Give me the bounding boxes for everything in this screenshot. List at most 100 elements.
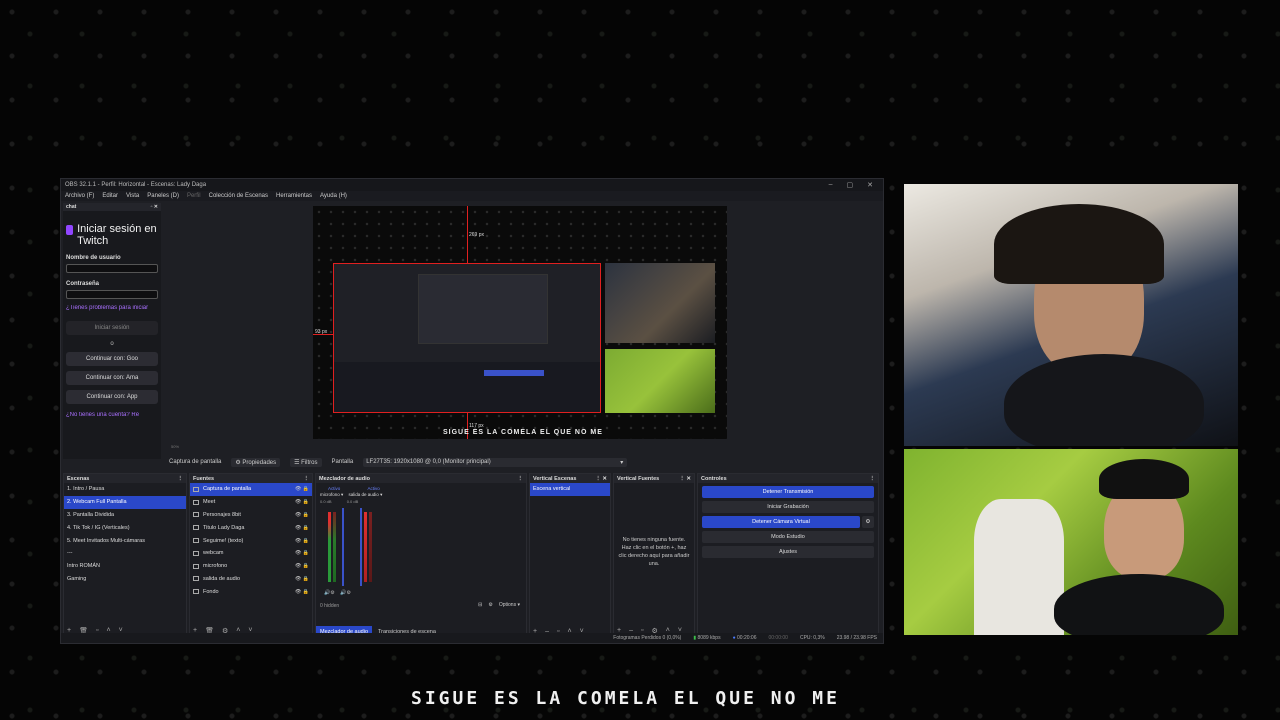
stop-stream-button[interactable]: Detener Transmisión xyxy=(702,486,874,498)
virtual-cam-gear-icon[interactable]: ⚙ xyxy=(862,516,874,528)
vertical-sources-dock: Vertical Fuentes ⋮ ✕ No tienes ninguna fu… xyxy=(613,473,695,639)
visibility-lock-icons[interactable]: 👁 🔒 xyxy=(295,538,309,544)
vertical-scene-item[interactable]: Escena vertical xyxy=(530,483,610,496)
mixer-gear-icon[interactable]: ⚙ xyxy=(488,602,492,608)
scene-item[interactable]: --- xyxy=(64,547,186,560)
scene-item[interactable]: Gaming xyxy=(64,573,186,586)
mixer-channel-2-db: 0.0 dB xyxy=(346,499,359,504)
visibility-lock-icons[interactable]: 👁 🔒 xyxy=(295,576,309,582)
options-button[interactable]: Options ▾ xyxy=(499,602,520,608)
record-time: 00:00:00 xyxy=(768,635,788,641)
menu-herramientas[interactable]: Herramientas xyxy=(276,193,312,199)
minimize-button[interactable]: – xyxy=(829,181,833,189)
source-item-label: Meet xyxy=(203,499,216,506)
dock-menu-icon[interactable]: ⋮ xyxy=(518,476,524,482)
preview-webcam-2[interactable] xyxy=(605,349,715,413)
shirt xyxy=(1054,574,1224,635)
source-item[interactable]: Seguime! (texto) 👁 🔒 xyxy=(190,534,312,547)
filters-button[interactable]: ☰ Filtros xyxy=(290,457,322,467)
visibility-lock-icons[interactable]: 👁 🔒 xyxy=(295,486,309,492)
login-button[interactable]: Iniciar sesión xyxy=(66,321,158,335)
username-field[interactable] xyxy=(66,264,158,273)
preview-canvas[interactable]: 269 px 93 px 117 px SIGUE ES LA COMELA E… xyxy=(313,206,727,439)
mute-icons[interactable]: 🔊⚙ 🔊⚙ xyxy=(324,590,351,596)
source-item[interactable]: Captura de pantalla 👁 🔒 xyxy=(190,483,312,496)
visibility-lock-icons[interactable]: 👁 🔒 xyxy=(295,563,309,569)
bitrate: ▮ 8089 kbps xyxy=(693,635,721,641)
start-record-button[interactable]: Iniciar Grabación xyxy=(702,501,874,513)
status-bar: Fotogramas Perdidos 0 (0,0%) ▮ 8089 kbps… xyxy=(61,633,883,643)
desktop-meter-right xyxy=(369,512,372,582)
dock-menu-icon[interactable]: ⋮ xyxy=(870,476,876,482)
scene-item[interactable]: 1. Intro / Pausa xyxy=(64,483,186,496)
mic-meter xyxy=(328,512,331,582)
source-item[interactable]: salida de audio 👁 🔒 xyxy=(190,573,312,586)
scene-item[interactable]: 2. Webcam Full Pantalla xyxy=(64,495,186,509)
visibility-lock-icons[interactable]: 👁 🔒 xyxy=(295,512,309,518)
dropped-frames: Fotogramas Perdidos 0 (0,0%) xyxy=(613,635,682,641)
scene-item[interactable]: 5. Meet Invitados Multi-cámaras xyxy=(64,534,186,547)
menu-vista[interactable]: Vista xyxy=(126,193,139,199)
zoom-level[interactable]: 50% xyxy=(171,444,179,449)
properties-button[interactable]: ⚙ Propiedades xyxy=(231,457,281,467)
scene-item-label: Gaming xyxy=(67,575,87,582)
nested-highlight xyxy=(484,370,544,376)
menu-editar[interactable]: Editar xyxy=(102,193,118,199)
visibility-lock-icons[interactable]: 👁 🔒 xyxy=(295,525,309,531)
source-item[interactable]: Personajes 8bit 👁 🔒 xyxy=(190,509,312,522)
stream-caption: SIGUE ES LA COMELA EL QUE NO ME xyxy=(411,688,840,709)
scene-item[interactable]: Intro ROMÁN xyxy=(64,560,186,573)
scene-item[interactable]: 4. Tik Tok / IG (Verticales) xyxy=(64,521,186,534)
source-item[interactable]: Fondo 👁 🔒 xyxy=(190,585,312,598)
menu-ayuda[interactable]: Ayuda (H) xyxy=(320,193,347,199)
maximize-button[interactable]: ▢ xyxy=(847,181,854,189)
scene-item-label: Intro ROMÁN xyxy=(67,563,101,570)
mixer-channel-1-name[interactable]: microfono xyxy=(320,492,340,497)
menu-paneles[interactable]: Paneles (D) xyxy=(147,193,179,199)
screen-capture-source[interactable] xyxy=(333,263,601,413)
source-item[interactable]: webcam 👁 🔒 xyxy=(190,547,312,560)
mixer-channel-2-name[interactable]: salida de audio xyxy=(349,492,379,497)
dock-close-icon[interactable]: ⋮ ✕ xyxy=(595,476,607,482)
docks-area: Escenas ⋮ 1. Intro / Pausa 2. Webcam Full … xyxy=(63,473,881,639)
scene-item[interactable]: 3. Pantalla Dividida xyxy=(64,509,186,522)
menu-coleccion[interactable]: Colección de Escenas xyxy=(209,193,268,199)
scenes-title: Escenas xyxy=(67,475,90,482)
source-item-label: Fondo xyxy=(203,588,219,595)
source-type-icon xyxy=(193,525,199,531)
dock-close-icon[interactable]: ▫ ✕ xyxy=(151,204,158,210)
mic-fader[interactable] xyxy=(342,508,344,586)
preview-webcam-1[interactable] xyxy=(605,263,715,343)
password-field[interactable] xyxy=(66,290,158,299)
vertical-scenes-dock: Vertical Escenas ⋮ ✕ Escena vertical + – … xyxy=(529,473,611,639)
controls-title: Controles xyxy=(701,475,727,482)
amazon-button[interactable]: Continuar con: Ama xyxy=(66,371,158,385)
desktop-fader[interactable] xyxy=(360,508,362,586)
menu-perfil[interactable]: Perfil xyxy=(187,193,201,199)
studio-mode-button[interactable]: Modo Estudio xyxy=(702,531,874,543)
obs-window: OBS 32.1.1 - Perfil: Horizontal - Escena… xyxy=(60,178,884,644)
source-item[interactable]: Meet 👁 🔒 xyxy=(190,496,312,509)
settings-button[interactable]: Ajustes xyxy=(702,546,874,558)
scene-item-label: 3. Pantalla Dividida xyxy=(67,511,115,518)
trouble-link[interactable]: ¿Tienes problemas para iniciar xyxy=(66,305,158,311)
source-item-label: salida de audio xyxy=(203,575,241,582)
dock-menu-icon[interactable]: ⋮ xyxy=(178,476,184,482)
source-item[interactable]: microfono 👁 🔒 xyxy=(190,560,312,573)
signup-link[interactable]: ¿No tienes una cuenta? Re xyxy=(66,412,158,418)
dock-menu-icon[interactable]: ⋮ xyxy=(304,476,310,482)
visibility-lock-icons[interactable]: 👁 🔒 xyxy=(295,589,309,595)
visibility-lock-icons[interactable]: 👁 🔒 xyxy=(295,550,309,556)
layout-icon[interactable]: ⊟ xyxy=(478,602,482,608)
stop-virtual-cam-button[interactable]: Detener Cámara Virtual xyxy=(702,516,860,528)
apple-button[interactable]: Continuar con: App xyxy=(66,390,158,404)
close-button[interactable]: ✕ xyxy=(867,181,873,189)
screen-select[interactable]: LF27T35: 1920x1080 @ 0,0 (Monitor princi… xyxy=(363,457,628,467)
menu-archivo[interactable]: Archivo (F) xyxy=(65,193,94,199)
dock-close-icon[interactable]: ⋮ ✕ xyxy=(679,476,691,482)
google-button[interactable]: Continuar con: Goo xyxy=(66,352,158,366)
source-item[interactable]: Titulo Lady Daga 👁 🔒 xyxy=(190,521,312,534)
visibility-lock-icons[interactable]: 👁 🔒 xyxy=(295,499,309,505)
guide-line-top xyxy=(467,206,468,263)
source-item-label: webcam xyxy=(203,550,224,557)
